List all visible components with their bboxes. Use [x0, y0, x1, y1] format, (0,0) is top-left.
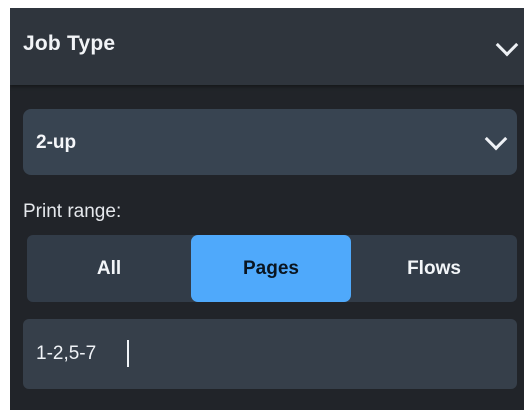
print-range-option-flows[interactable]: Flows: [351, 235, 517, 302]
print-range-label: Print range:: [23, 201, 122, 222]
job-type-section-header[interactable]: Job Type: [10, 8, 524, 85]
section-title: Job Type: [23, 32, 116, 55]
job-type-selected-value: 2-up: [36, 132, 77, 153]
pages-input[interactable]: 1-2,5-7: [23, 319, 517, 389]
print-options-panel: Job Type 2-up Print range: All Pages Flo…: [10, 8, 524, 410]
print-range-option-pages[interactable]: Pages: [191, 235, 351, 302]
print-range-segmented-control: All Pages Flows: [27, 235, 517, 302]
text-caret: [127, 340, 129, 367]
pages-input-value: 1-2,5-7: [36, 343, 97, 364]
chevron-down-icon[interactable]: [495, 33, 519, 57]
job-type-select[interactable]: 2-up: [23, 109, 517, 175]
chevron-down-icon: [484, 127, 508, 151]
print-range-option-all[interactable]: All: [27, 235, 191, 302]
